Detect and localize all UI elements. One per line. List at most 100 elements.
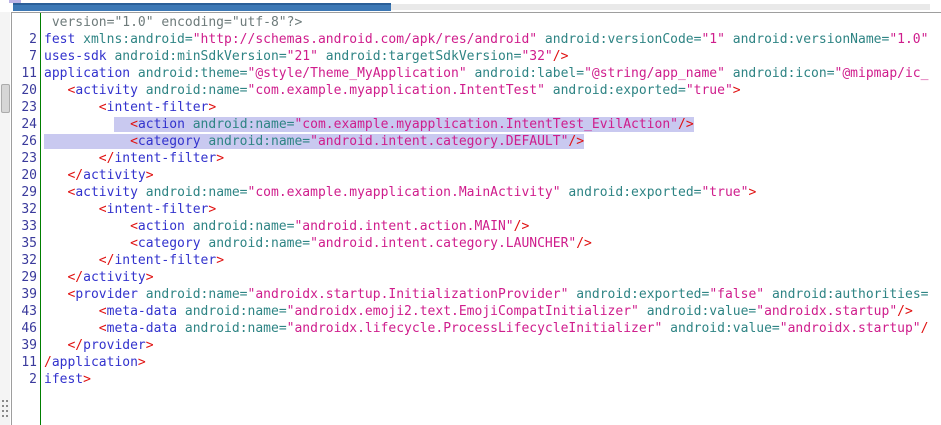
token: /> xyxy=(576,236,592,251)
code-line[interactable]: fest xmlns:android="http://schemas.andro… xyxy=(44,31,941,48)
token xyxy=(44,151,99,166)
token: intent-filter xyxy=(114,151,216,166)
token: android:exported= xyxy=(553,83,686,98)
token: > xyxy=(138,355,146,370)
code-line[interactable]: <category android:name="android.intent.c… xyxy=(44,133,941,150)
token: intent-filter xyxy=(107,202,209,217)
code-line[interactable]: <meta-data android:name="androidx.emoji2… xyxy=(44,303,941,320)
token: android:name= xyxy=(193,219,295,234)
selected-token: action xyxy=(138,117,185,132)
token: category xyxy=(138,236,201,251)
line-number: 32 xyxy=(12,252,37,269)
token: version="1.0" encoding="utf-8"?> xyxy=(44,15,302,30)
code-line[interactable]: /application> xyxy=(44,354,941,371)
selected-token xyxy=(185,117,193,132)
token xyxy=(185,219,193,234)
line-number xyxy=(12,14,37,31)
code-line[interactable]: <activity android:name="com.example.myap… xyxy=(44,82,941,99)
token: android:theme= xyxy=(138,66,248,81)
code-area[interactable]: version="1.0" encoding="utf-8"?>fest xml… xyxy=(44,14,941,425)
token: / xyxy=(44,355,52,370)
token: android:targetSdkVersion= xyxy=(326,49,522,64)
token: android:name= xyxy=(185,304,287,319)
token: android:minSdkVersion= xyxy=(114,49,286,64)
code-line[interactable]: </activity> xyxy=(44,167,941,184)
line-number: 43 xyxy=(12,303,37,320)
token xyxy=(75,32,83,47)
code-line[interactable]: <meta-data android:name="androidx.lifecy… xyxy=(44,320,941,337)
token: android:versionName= xyxy=(733,32,890,47)
token: /> xyxy=(514,219,530,234)
token xyxy=(44,117,114,132)
token: > xyxy=(208,202,216,217)
token: meta-data xyxy=(107,321,177,336)
code-line[interactable]: <action android:name="com.example.myappl… xyxy=(44,116,941,133)
token: < xyxy=(99,321,107,336)
code-line[interactable]: <intent-filter> xyxy=(44,201,941,218)
line-number: 24 xyxy=(12,116,37,133)
token: "com.example.myapplication.MainActivity" xyxy=(248,185,561,200)
line-number: 35 xyxy=(12,235,37,252)
code-line[interactable]: <provider android:name="androidx.startup… xyxy=(44,286,941,303)
token: "32" xyxy=(521,49,552,64)
code-line[interactable]: version="1.0" encoding="utf-8"?> xyxy=(44,14,941,31)
code-line[interactable]: uses-sdk android:minSdkVersion="21" andr… xyxy=(44,48,941,65)
token xyxy=(545,83,553,98)
token: android:authorities= xyxy=(772,287,929,302)
token: provider xyxy=(75,287,138,302)
token: android:name= xyxy=(185,321,287,336)
code-line[interactable]: </activity> xyxy=(44,269,941,286)
token: provider xyxy=(83,338,146,353)
token xyxy=(725,32,733,47)
gutter-divider xyxy=(40,13,41,425)
token xyxy=(44,83,67,98)
token: > xyxy=(83,372,91,387)
token: < xyxy=(99,202,107,217)
code-line[interactable]: <activity android:name="com.example.myap… xyxy=(44,184,941,201)
line-number: 26 xyxy=(12,133,37,150)
token: activity xyxy=(75,185,138,200)
line-number: 29 xyxy=(12,269,37,286)
vertical-scrollbar-track[interactable] xyxy=(0,12,10,425)
selected-token: /> xyxy=(568,134,584,149)
line-number: 20 xyxy=(12,167,37,184)
token xyxy=(44,270,67,285)
code-line[interactable]: </intent-filter> xyxy=(44,150,941,167)
line-number: 23 xyxy=(12,150,37,167)
code-line[interactable]: application android:theme="@style/Theme_… xyxy=(44,65,941,82)
token: android:name= xyxy=(208,236,310,251)
token: "true" xyxy=(686,83,733,98)
token xyxy=(177,321,185,336)
token: "android.intent.action.MAIN" xyxy=(294,219,513,234)
code-line[interactable]: ifest> xyxy=(44,371,941,388)
token: > xyxy=(146,338,154,353)
token xyxy=(44,287,67,302)
resize-grip[interactable] xyxy=(2,400,4,402)
code-line[interactable]: </intent-filter> xyxy=(44,252,941,269)
code-editor-window: 271120232426232029323335322939434639112 … xyxy=(0,0,941,425)
token: "android.intent.category.LAUNCHER" xyxy=(310,236,576,251)
token: action xyxy=(138,219,185,234)
code-line[interactable]: <action android:name="android.intent.act… xyxy=(44,218,941,235)
code-line[interactable]: </provider> xyxy=(44,337,941,354)
token: android:exported= xyxy=(576,287,709,302)
token: android:name= xyxy=(146,185,248,200)
token: > xyxy=(216,253,224,268)
code-line[interactable]: <intent-filter> xyxy=(44,99,941,116)
line-number: 32 xyxy=(12,201,37,218)
horizontal-scrollbar-thumb[interactable] xyxy=(13,3,391,11)
token: fest xyxy=(44,32,75,47)
vertical-scrollbar-thumb[interactable] xyxy=(1,84,10,113)
token: activity xyxy=(75,83,138,98)
token: /> xyxy=(553,49,569,64)
token: android:value= xyxy=(670,321,780,336)
token: < xyxy=(99,100,107,115)
token: "1.0" xyxy=(889,32,928,47)
line-number: 20 xyxy=(12,82,37,99)
token xyxy=(130,66,138,81)
selected-token xyxy=(44,134,130,149)
token: activity xyxy=(83,168,146,183)
code-line[interactable]: <category android:name="android.intent.c… xyxy=(44,235,941,252)
token: </ xyxy=(67,270,83,285)
token: "androidx.startup" xyxy=(756,304,897,319)
